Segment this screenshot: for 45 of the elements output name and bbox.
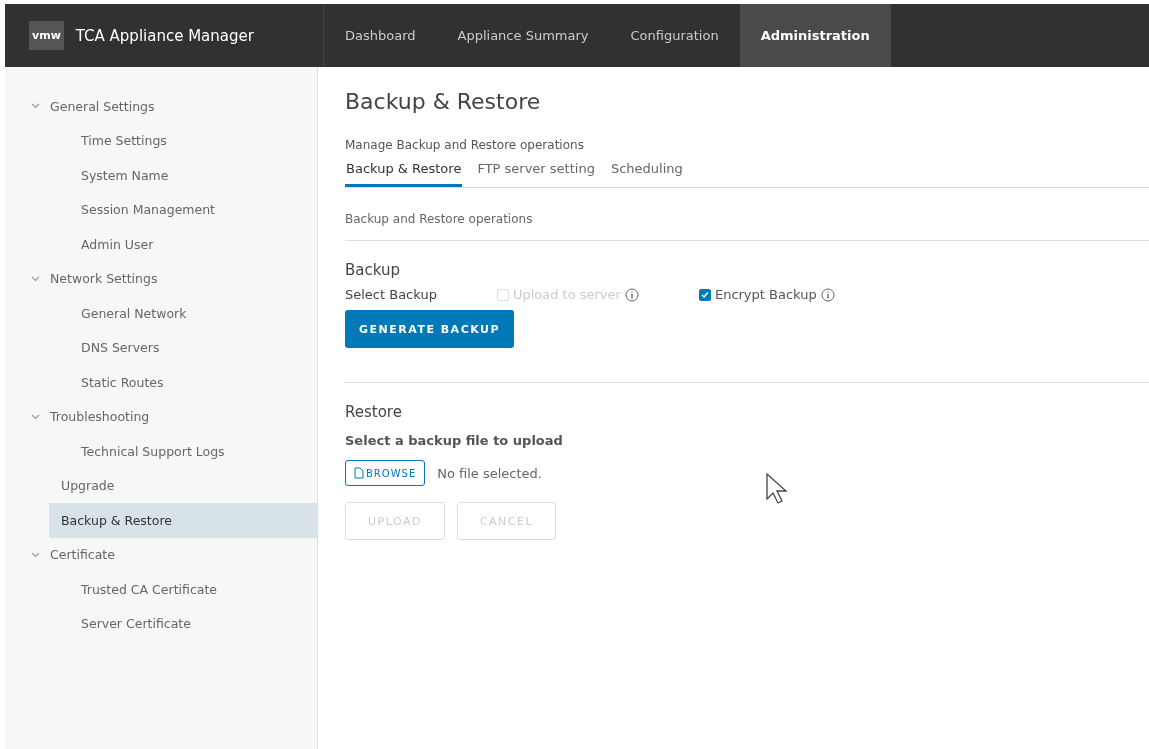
app-title: TCA Appliance Manager: [75, 26, 254, 45]
nav-tab[interactable]: Appliance Summary: [436, 4, 610, 67]
nav-tab[interactable]: Configuration: [609, 4, 740, 67]
browse-button[interactable]: BROWSE: [345, 460, 426, 486]
sidebar-item[interactable]: Troubleshooting: [5, 399, 317, 434]
file-status: No file selected.: [437, 465, 542, 481]
sidebar-item[interactable]: System Name: [5, 158, 317, 193]
nav-tab[interactable]: Administration: [739, 4, 891, 67]
tab[interactable]: Backup & Restore: [345, 161, 463, 187]
sidebar-item[interactable]: DNS Servers: [5, 330, 317, 365]
section-label: Backup and Restore operations: [345, 188, 1149, 241]
chevron-icon[interactable]: [31, 551, 40, 558]
generate-backup-button[interactable]: GENERATE BACKUP: [345, 310, 515, 348]
checkbox-label: Encrypt Backup: [714, 287, 817, 302]
backup-heading: Backup: [345, 261, 401, 279]
sidebar-item[interactable]: Static Routes: [5, 365, 317, 400]
sidebar-item[interactable]: Network Settings: [5, 261, 317, 296]
sidebar-item[interactable]: Server Certificate: [5, 606, 317, 641]
checkbox[interactable]: [698, 288, 711, 301]
sidebar-item[interactable]: General Settings: [5, 89, 317, 124]
cursor-icon: [766, 473, 788, 505]
sidebar-item[interactable]: Time Settings: [5, 123, 317, 158]
info-icon: [624, 287, 639, 302]
file-label: Select a backup file to upload: [345, 433, 564, 448]
sidebar-item[interactable]: Certificate: [5, 537, 317, 572]
sidebar-item[interactable]: Trusted CA Certificate: [5, 572, 317, 607]
file-icon: [354, 467, 364, 479]
tab[interactable]: FTP server setting: [476, 161, 596, 187]
tab[interactable]: Scheduling: [609, 161, 684, 187]
page-title: Backup & Restore: [345, 89, 542, 114]
sidebar-item[interactable]: Admin User: [5, 227, 317, 262]
chevron-icon[interactable]: [31, 103, 40, 110]
chevron-icon[interactable]: [31, 413, 40, 420]
sidebar-item[interactable]: Backup & Restore: [49, 503, 317, 538]
sidebar-item[interactable]: Session Management: [5, 192, 317, 227]
restore-heading: Restore: [345, 403, 403, 421]
nav-tab[interactable]: Dashboard: [324, 4, 437, 67]
logo: vmw: [29, 21, 64, 50]
sidebar-item[interactable]: Technical Support Logs: [5, 434, 317, 469]
sidebar-item[interactable]: General Network: [5, 296, 317, 331]
chevron-icon[interactable]: [31, 275, 40, 282]
page-subtitle: Manage Backup and Restore operations: [345, 138, 585, 152]
select-backup-label: Select Backup: [345, 287, 437, 302]
sidebar-item[interactable]: Upgrade: [5, 468, 317, 503]
info-icon: [820, 287, 835, 302]
